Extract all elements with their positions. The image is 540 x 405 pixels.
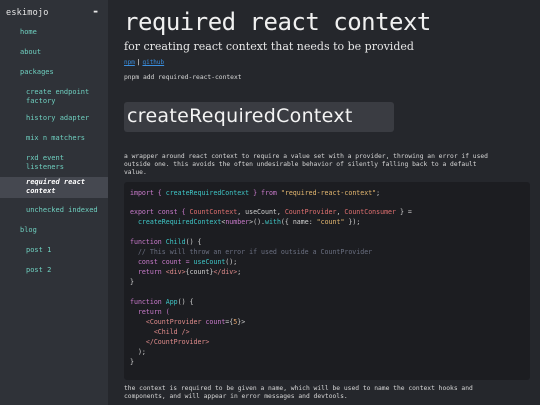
code-line: <Child /> [153, 328, 190, 336]
collapse-toggle-icon[interactable]: - [92, 4, 99, 18]
description-line: a wrapper around react context to requir… [124, 153, 488, 160]
sidebar-item-unchecked-indexed[interactable]: unchecked indexed [26, 206, 98, 215]
description-line: value. [124, 169, 147, 176]
section-heading: createRequiredContext [127, 105, 353, 127]
sidebar-item-rxd-event-listeners[interactable]: rxd event listeners [26, 154, 96, 172]
code-line: return ( [130, 308, 170, 316]
code-line: return <div>{count}</div>; [130, 268, 242, 276]
section-heading-box: createRequiredContext [124, 102, 394, 132]
sidebar-item-packages[interactable]: packages [20, 68, 54, 77]
sidebar-item-home[interactable]: home [20, 28, 37, 37]
code-line: function Child() { [130, 238, 202, 246]
sidebar-item-post-1[interactable]: post 1 [26, 246, 51, 255]
site-brand[interactable]: eskimojo [6, 8, 49, 18]
npm-link[interactable]: npm [124, 59, 135, 66]
sidebar: eskimojo - home about packages create en… [0, 0, 108, 405]
code-line: } [130, 358, 134, 366]
code-line: </CountProvider> [145, 338, 210, 346]
sidebar-item-history-adapter[interactable]: history adapter [26, 114, 89, 123]
page-title: required react context [124, 8, 431, 36]
code-line: ); [130, 348, 146, 356]
code-line: import { createRequiredContext } from "r… [130, 189, 381, 197]
code-block: import { createRequiredContext } from "r… [124, 182, 530, 380]
code-line: } [130, 278, 134, 286]
main-content: required react context for creating reac… [108, 0, 540, 405]
code-line: <CountProvider count={5}> [145, 318, 246, 326]
sidebar-item-post-2[interactable]: post 2 [26, 266, 51, 275]
description-line: outside one. this avoids the often undes… [124, 161, 477, 168]
code-line: const count = useCount(); [130, 258, 238, 266]
github-link[interactable]: github [142, 59, 164, 66]
link-separator: | [136, 59, 141, 66]
code-line: export const { CountContext, useCount, C… [130, 208, 412, 216]
install-command: pnpm add required-react-context [124, 74, 242, 81]
code-line: createRequiredContext<number>().with({ n… [137, 218, 361, 226]
sidebar-item-create-endpoint-factory[interactable]: create endpoint factory [26, 88, 104, 106]
sidebar-item-blog[interactable]: blog [20, 226, 37, 235]
footer-line: the context is required to be given a na… [124, 385, 473, 392]
code-line: // This will throw an error if used outs… [130, 248, 373, 256]
footer-line: components, and will appear in error mes… [124, 393, 348, 400]
sidebar-item-mix-n-matchers[interactable]: mix n matchers [26, 134, 85, 143]
package-links: npm | github [124, 59, 164, 66]
sidebar-item-about[interactable]: about [20, 48, 41, 57]
page-subtitle: for creating react context that needs to… [124, 40, 414, 53]
sidebar-item-required-react-context[interactable]: required react context [0, 177, 108, 198]
code-line: function App() { [130, 298, 194, 306]
